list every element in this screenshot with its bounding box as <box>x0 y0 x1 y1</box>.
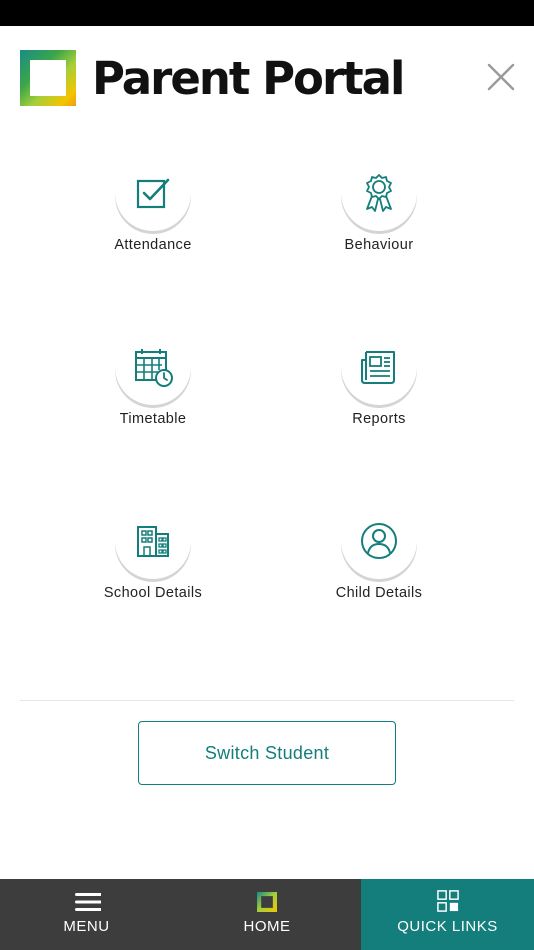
close-icon[interactable] <box>484 60 518 94</box>
nav-menu[interactable]: MENU <box>0 879 173 950</box>
parent-portal-logo-icon <box>20 50 76 106</box>
nav-home-label: HOME <box>243 918 291 935</box>
timetable-icon-circle <box>115 329 191 405</box>
building-icon <box>137 526 169 557</box>
nav-quick-links-label: QUICK LINKS <box>397 918 498 935</box>
header: Parent Portal <box>0 26 534 136</box>
bottom-navigation: MENU HOME QUICK LINKS <box>0 879 534 950</box>
behaviour-tile[interactable]: Behaviour <box>279 155 479 265</box>
attendance-label: Attendance <box>114 237 192 253</box>
status-bar <box>0 0 534 26</box>
newspaper-icon <box>361 351 395 384</box>
child-details-tile[interactable]: Child Details <box>279 503 479 613</box>
school-details-icon-circle <box>115 503 191 579</box>
timetable-tile[interactable]: Timetable <box>53 329 253 439</box>
nav-quick-links[interactable]: QUICK LINKS <box>361 879 534 950</box>
nav-menu-label: MENU <box>63 918 110 935</box>
grid-icon <box>436 890 459 912</box>
user-circle-icon <box>361 523 397 559</box>
school-details-label: School Details <box>103 585 203 601</box>
attendance-icon-circle <box>115 155 191 231</box>
reports-icon-circle <box>341 329 417 405</box>
behaviour-icon-circle <box>341 155 417 231</box>
attendance-tile[interactable]: Attendance <box>53 155 253 265</box>
switch-student-button[interactable]: Switch Student <box>138 721 396 785</box>
child-details-label: Child Details <box>335 585 423 601</box>
calendar-clock-icon <box>135 349 173 387</box>
reports-tile[interactable]: Reports <box>279 329 479 439</box>
award-ribbon-icon <box>366 174 392 212</box>
reports-label: Reports <box>352 411 406 427</box>
hamburger-menu-icon <box>74 893 101 911</box>
timetable-label: Timetable <box>119 411 187 427</box>
nav-home[interactable]: HOME <box>173 879 361 950</box>
child-details-icon-circle <box>341 503 417 579</box>
behaviour-label: Behaviour <box>344 237 414 253</box>
divider <box>20 700 514 701</box>
app-title: Parent Portal <box>92 52 405 105</box>
home-logo-icon <box>257 892 277 912</box>
school-details-tile[interactable]: School Details <box>53 503 253 613</box>
checkbox-icon <box>136 178 170 209</box>
